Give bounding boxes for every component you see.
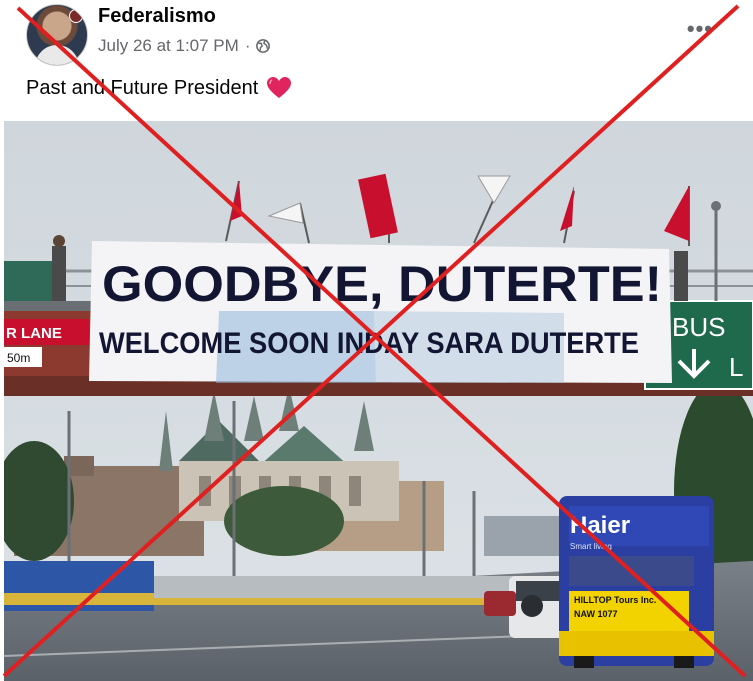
sign-bus-2: L	[729, 352, 743, 382]
post-caption: Past and Future President	[26, 76, 292, 100]
avatar-figure	[35, 45, 79, 65]
caption-text: Past and Future President	[26, 76, 259, 99]
bus-brand-sub: Smart living	[570, 542, 612, 551]
bus-brand: Haier	[570, 512, 630, 539]
banner-line-1: GOODBYE, DUTERTE!	[102, 256, 662, 312]
avatar-badge	[69, 9, 83, 23]
globe-icon[interactable]	[256, 39, 271, 53]
bus-ad: HILLTOP Tours Inc.	[574, 595, 656, 605]
red-heart-icon	[267, 77, 292, 98]
post-header: Federalismo July 26 at 1:07 PM · •••	[0, 0, 753, 66]
page-name[interactable]: Federalismo	[98, 5, 216, 28]
more-options-icon[interactable]: •••	[687, 16, 713, 42]
sign-lane: R LANE	[6, 325, 62, 342]
post-meta: July 26 at 1:07 PM ·	[98, 36, 271, 56]
sign-dist: 50m	[7, 351, 30, 365]
bus-ad2: NAW 1077	[574, 609, 618, 619]
post-timestamp[interactable]: July 26 at 1:07 PM	[98, 36, 239, 56]
post-photo[interactable]: Haier Smart living HILLTOP Tours Inc. NA…	[4, 121, 753, 681]
banner-line-2: WELCOME SOON INDAY SARA DUTERTE	[99, 327, 639, 360]
meta-separator: ·	[244, 36, 251, 55]
sign-bus: BUS	[672, 312, 725, 342]
page-avatar[interactable]	[26, 4, 88, 66]
